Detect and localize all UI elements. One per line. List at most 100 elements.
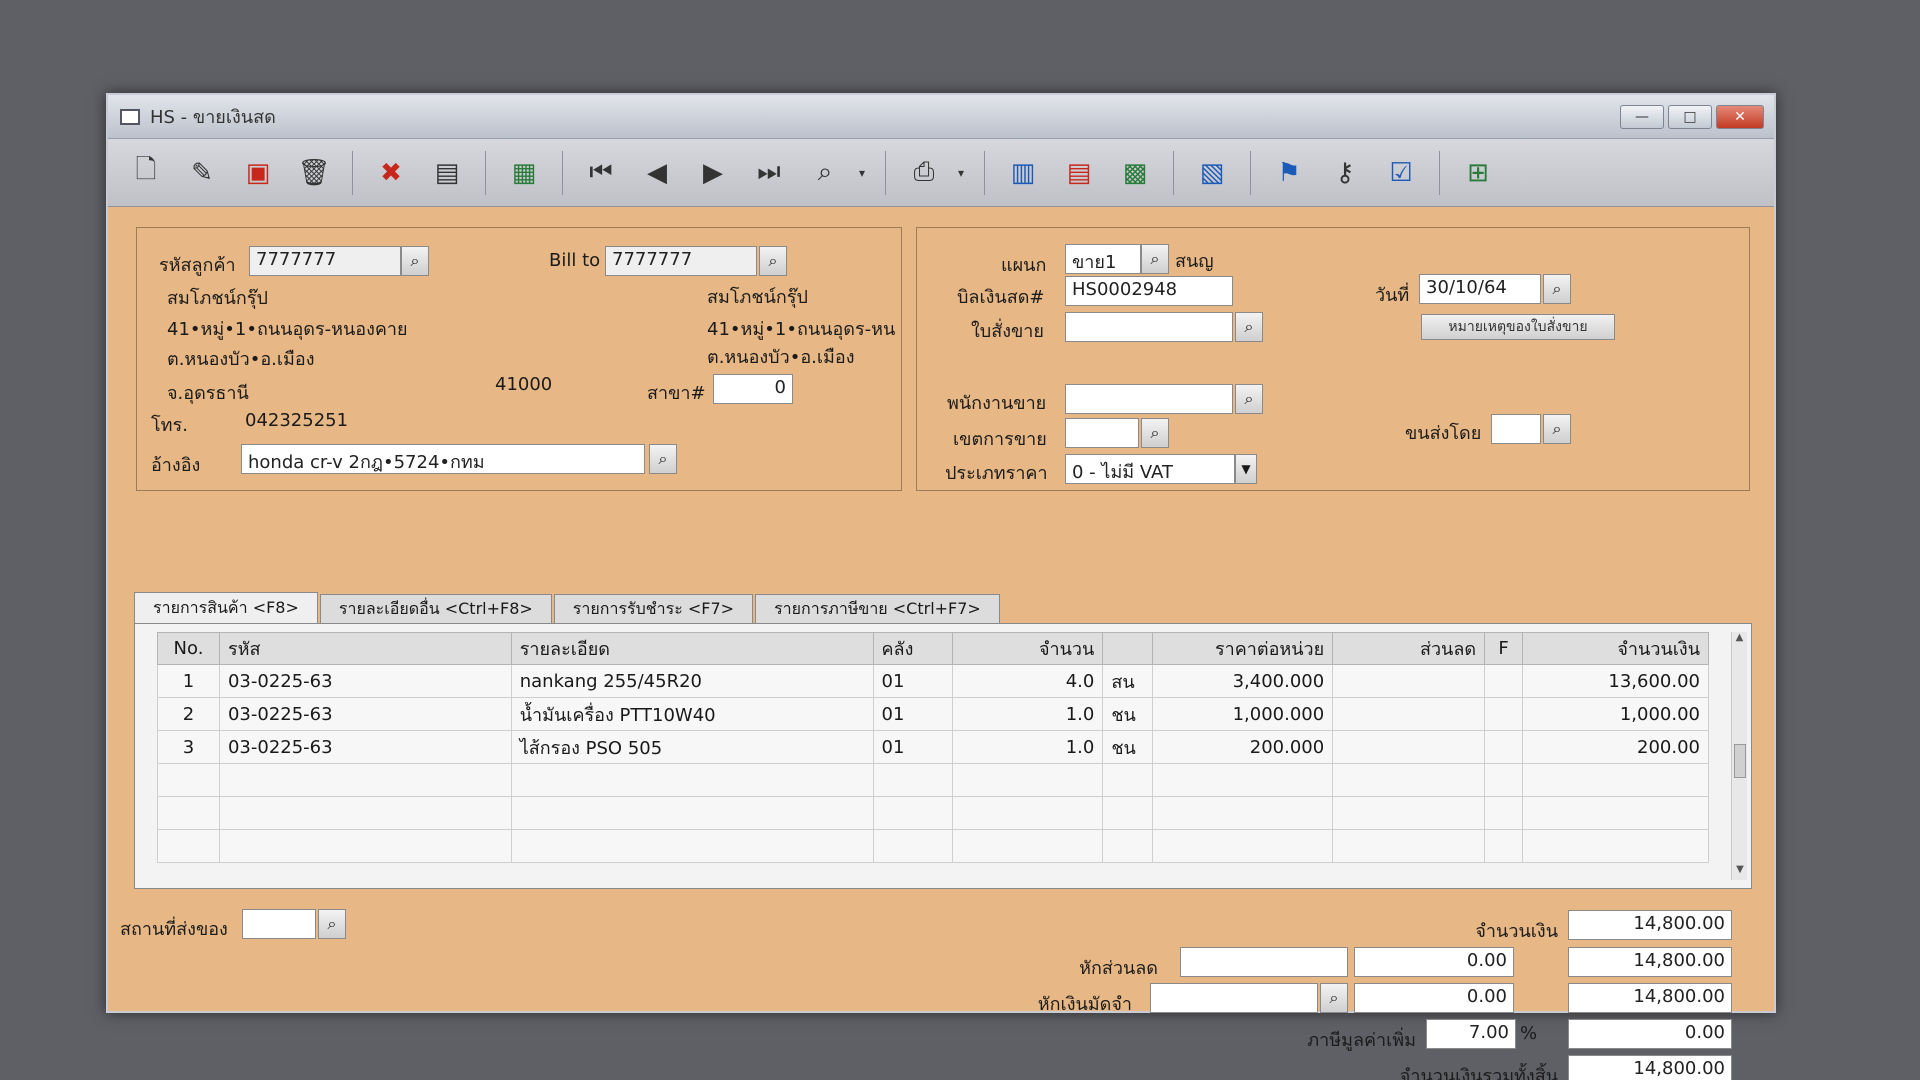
cell-unit[interactable]: ชน bbox=[1102, 730, 1154, 764]
next-record-icon[interactable]: ▶ bbox=[691, 151, 735, 195]
close-button[interactable]: ✕ bbox=[1716, 104, 1764, 129]
col-code[interactable]: รหัส bbox=[218, 632, 512, 665]
cell-qty[interactable]: 1.0 bbox=[952, 697, 1104, 731]
salesman-field[interactable] bbox=[1065, 384, 1233, 414]
ship-place-search-icon[interactable]: ⌕ bbox=[318, 909, 346, 939]
cell-qty[interactable]: 1.0 bbox=[952, 730, 1104, 764]
cell-amount[interactable]: 200.00 bbox=[1522, 730, 1709, 764]
cell-flag[interactable] bbox=[1484, 697, 1524, 731]
tab-items[interactable]: รายการสินค้า <F8> bbox=[134, 592, 318, 624]
bill-no-field[interactable]: HS0002948 bbox=[1065, 276, 1233, 306]
cancel-icon[interactable]: ✖ bbox=[369, 151, 413, 195]
cell-flag[interactable] bbox=[1484, 730, 1524, 764]
col-discount[interactable]: ส่วนลด bbox=[1332, 632, 1486, 665]
prev-record-icon[interactable]: ◀ bbox=[635, 151, 679, 195]
ok-doc-icon[interactable]: ☑ bbox=[1379, 151, 1423, 195]
ship-by-field[interactable] bbox=[1491, 414, 1541, 444]
tab-other-details[interactable]: รายละเอียดอื่น <Ctrl+F8> bbox=[319, 594, 552, 624]
deposit-search-icon[interactable]: ⌕ bbox=[1320, 983, 1348, 1013]
cell-code[interactable]: 03-0225-63 bbox=[218, 730, 512, 764]
cell-desc[interactable]: น้ำมันเครื่อง PTT10W40 bbox=[510, 697, 874, 731]
table-row[interactable]: 1 03-0225-63 nankang 255/45R20 01 4.0 สน… bbox=[157, 664, 1709, 698]
col-flag[interactable]: F bbox=[1484, 632, 1524, 665]
cell-amount[interactable]: 13,600.00 bbox=[1522, 664, 1709, 698]
cell-discount[interactable] bbox=[1332, 697, 1486, 731]
ship-by-search-icon[interactable]: ⌕ bbox=[1543, 414, 1571, 444]
col-warehouse[interactable]: คลัง bbox=[872, 632, 954, 665]
cell-warehouse[interactable]: 01 bbox=[872, 730, 954, 764]
bill-to-search-icon[interactable]: ⌕ bbox=[759, 246, 787, 276]
cell-warehouse[interactable]: 01 bbox=[872, 697, 954, 731]
cell-price[interactable]: 3,400.000 bbox=[1152, 664, 1334, 698]
cell-discount[interactable] bbox=[1332, 664, 1486, 698]
printer-dropdown-icon[interactable]: ▾ bbox=[958, 166, 968, 180]
dept-search-icon[interactable]: ⌕ bbox=[1141, 244, 1169, 274]
cell-price[interactable]: 200.000 bbox=[1152, 730, 1334, 764]
approve-icon[interactable]: ⚑ bbox=[1267, 151, 1311, 195]
col-qty[interactable]: จำนวน bbox=[952, 632, 1104, 665]
search-doc-icon[interactable]: ⌕ bbox=[803, 151, 847, 195]
col-desc[interactable]: รายละเอียด bbox=[510, 632, 874, 665]
cell-code[interactable]: 03-0225-63 bbox=[218, 697, 512, 731]
cell-flag[interactable] bbox=[1484, 664, 1524, 698]
order-search-icon[interactable]: ⌕ bbox=[1235, 312, 1263, 342]
cell-warehouse[interactable]: 01 bbox=[872, 664, 954, 698]
report-icon[interactable]: ▤ bbox=[1057, 151, 1101, 195]
cell-amount[interactable]: 1,000.00 bbox=[1522, 697, 1709, 731]
reference-search-icon[interactable]: ⌕ bbox=[649, 444, 677, 474]
cell-price[interactable]: 1,000.000 bbox=[1152, 697, 1334, 731]
last-record-icon[interactable]: ⏭ bbox=[747, 151, 791, 195]
new-doc-icon[interactable]: 🗋 bbox=[124, 151, 168, 195]
table-row-empty[interactable] bbox=[157, 796, 1709, 830]
branch-field[interactable]: 0 bbox=[713, 374, 793, 404]
cell-no[interactable]: 1 bbox=[157, 664, 220, 698]
sales-area-field[interactable] bbox=[1065, 418, 1139, 448]
customer-code-field[interactable]: 7777777 bbox=[249, 246, 401, 276]
printer-icon[interactable]: ⎙ bbox=[902, 151, 946, 195]
cell-unit[interactable]: ชน bbox=[1102, 697, 1154, 731]
price-type-select[interactable]: 0 - ไม่มี VAT bbox=[1065, 454, 1235, 484]
minimize-button[interactable]: — bbox=[1620, 104, 1664, 129]
cell-no[interactable]: 2 bbox=[157, 697, 220, 731]
save-icon[interactable]: ▤ bbox=[425, 151, 469, 195]
table-row[interactable]: 2 03-0225-63 น้ำมันเครื่อง PTT10W40 01 1… bbox=[157, 697, 1709, 731]
print-form-icon[interactable]: ▦ bbox=[502, 151, 546, 195]
cell-desc[interactable]: nankang 255/45R20 bbox=[510, 664, 874, 698]
bill-to-code-field[interactable]: 7777777 bbox=[605, 246, 757, 276]
order-field[interactable] bbox=[1065, 312, 1233, 342]
order-note-button[interactable]: หมายเหตุของใบสั่งขาย bbox=[1421, 314, 1615, 340]
chevron-down-icon[interactable]: ▼ bbox=[1235, 454, 1257, 484]
scroll-down-icon[interactable]: ▼ bbox=[1732, 864, 1748, 880]
cell-discount[interactable] bbox=[1332, 730, 1486, 764]
table-row[interactable]: 3 03-0225-63 ไส้กรอง PSO 505 01 1.0 ชน 2… bbox=[157, 730, 1709, 764]
col-amount[interactable]: จำนวนเงิน bbox=[1522, 632, 1709, 665]
tab-payments[interactable]: รายการรับชำระ <F7> bbox=[553, 594, 754, 624]
first-record-icon[interactable]: ⏮ bbox=[579, 151, 623, 195]
cell-code[interactable]: 03-0225-63 bbox=[218, 664, 512, 698]
sales-area-search-icon[interactable]: ⌕ bbox=[1141, 418, 1169, 448]
date-field[interactable]: 30/10/64 bbox=[1419, 274, 1541, 304]
maximize-button[interactable]: □ bbox=[1668, 104, 1712, 129]
vat-rate-field[interactable]: 7.00 bbox=[1426, 1019, 1516, 1049]
so-icon[interactable]: ▩ bbox=[1113, 151, 1157, 195]
trash-icon[interactable]: 🗑 bbox=[292, 151, 336, 195]
col-price[interactable]: ราคาต่อหน่วย bbox=[1152, 632, 1334, 665]
col-unit[interactable] bbox=[1102, 632, 1154, 665]
calculator-icon[interactable]: ▥ bbox=[1001, 151, 1045, 195]
edit-icon[interactable]: ✎ bbox=[180, 151, 224, 195]
ship-place-field[interactable] bbox=[242, 909, 316, 939]
cell-desc[interactable]: ไส้กรอง PSO 505 bbox=[510, 730, 874, 764]
cell-qty[interactable]: 4.0 bbox=[952, 664, 1104, 698]
tab-sales-tax[interactable]: รายการภาษีขาย <Ctrl+F7> bbox=[755, 594, 1000, 624]
scroll-thumb[interactable] bbox=[1734, 744, 1746, 778]
key-icon[interactable]: ⚷ bbox=[1323, 151, 1367, 195]
dept-field[interactable]: ขาย1 bbox=[1065, 244, 1141, 274]
regional-icon[interactable]: ▧ bbox=[1190, 151, 1234, 195]
void-icon[interactable]: ▣ bbox=[236, 151, 280, 195]
customer-search-icon[interactable]: ⌕ bbox=[401, 246, 429, 276]
network-icon[interactable]: ⊞ bbox=[1456, 151, 1500, 195]
discount-input[interactable] bbox=[1180, 947, 1348, 977]
deposit-input[interactable] bbox=[1150, 983, 1318, 1013]
table-row-empty[interactable] bbox=[157, 829, 1709, 863]
cell-unit[interactable]: สน bbox=[1102, 664, 1154, 698]
